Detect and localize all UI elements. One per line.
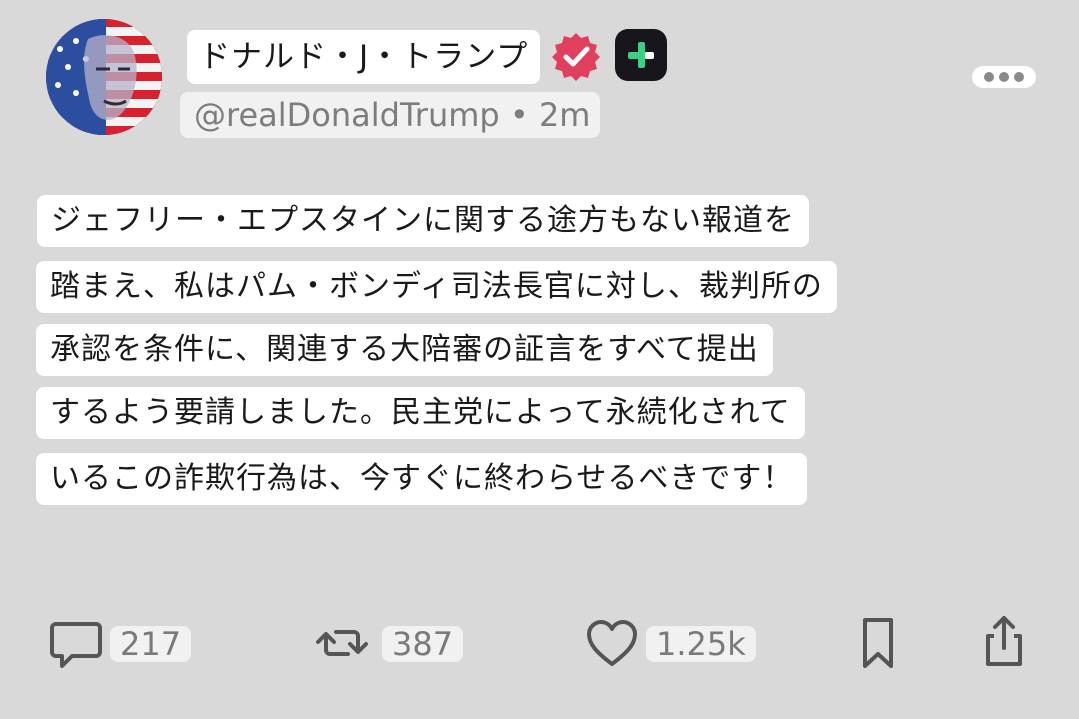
repost-count: 387	[382, 626, 464, 662]
post-text-line: ジェフリー・エプスタインに関する途方もない報道を	[37, 195, 809, 247]
like-action[interactable]: 1.25k	[584, 612, 774, 672]
flag-portrait-avatar	[46, 19, 162, 135]
display-name[interactable]: ドナルド・J・トランプ	[187, 30, 541, 84]
share-action[interactable]	[976, 612, 1032, 672]
reply-action[interactable]: 217	[48, 612, 208, 672]
heart-icon[interactable]	[584, 612, 640, 672]
app-plus-icon[interactable]	[615, 29, 667, 81]
bookmark-action[interactable]	[850, 612, 906, 672]
post-text-line: 踏まえ、私はパム・ボンディ司法長官に対し、裁判所の	[36, 261, 837, 313]
handle-and-timestamp[interactable]: @realDonaldTrump • 2m	[180, 92, 601, 138]
verified-badge-icon	[550, 30, 602, 82]
repost-action[interactable]: 387	[314, 612, 484, 672]
comment-icon[interactable]	[48, 612, 104, 672]
more-options-icon[interactable]	[972, 66, 1036, 88]
avatar[interactable]	[46, 19, 162, 135]
post-text-line: 承認を条件に、関連する大陪審の証言をすべて提出	[36, 324, 773, 376]
share-icon[interactable]	[976, 612, 1032, 672]
repost-icon[interactable]	[314, 612, 370, 672]
post-text-line: いるこの詐欺行為は、今すぐに終わらせるべきです！	[36, 453, 808, 505]
post-text-line: するよう要請しました。民主党によって永続化されて	[36, 387, 805, 439]
like-count: 1.25k	[646, 626, 756, 662]
bookmark-icon[interactable]	[850, 612, 906, 672]
reply-count: 217	[110, 626, 192, 662]
